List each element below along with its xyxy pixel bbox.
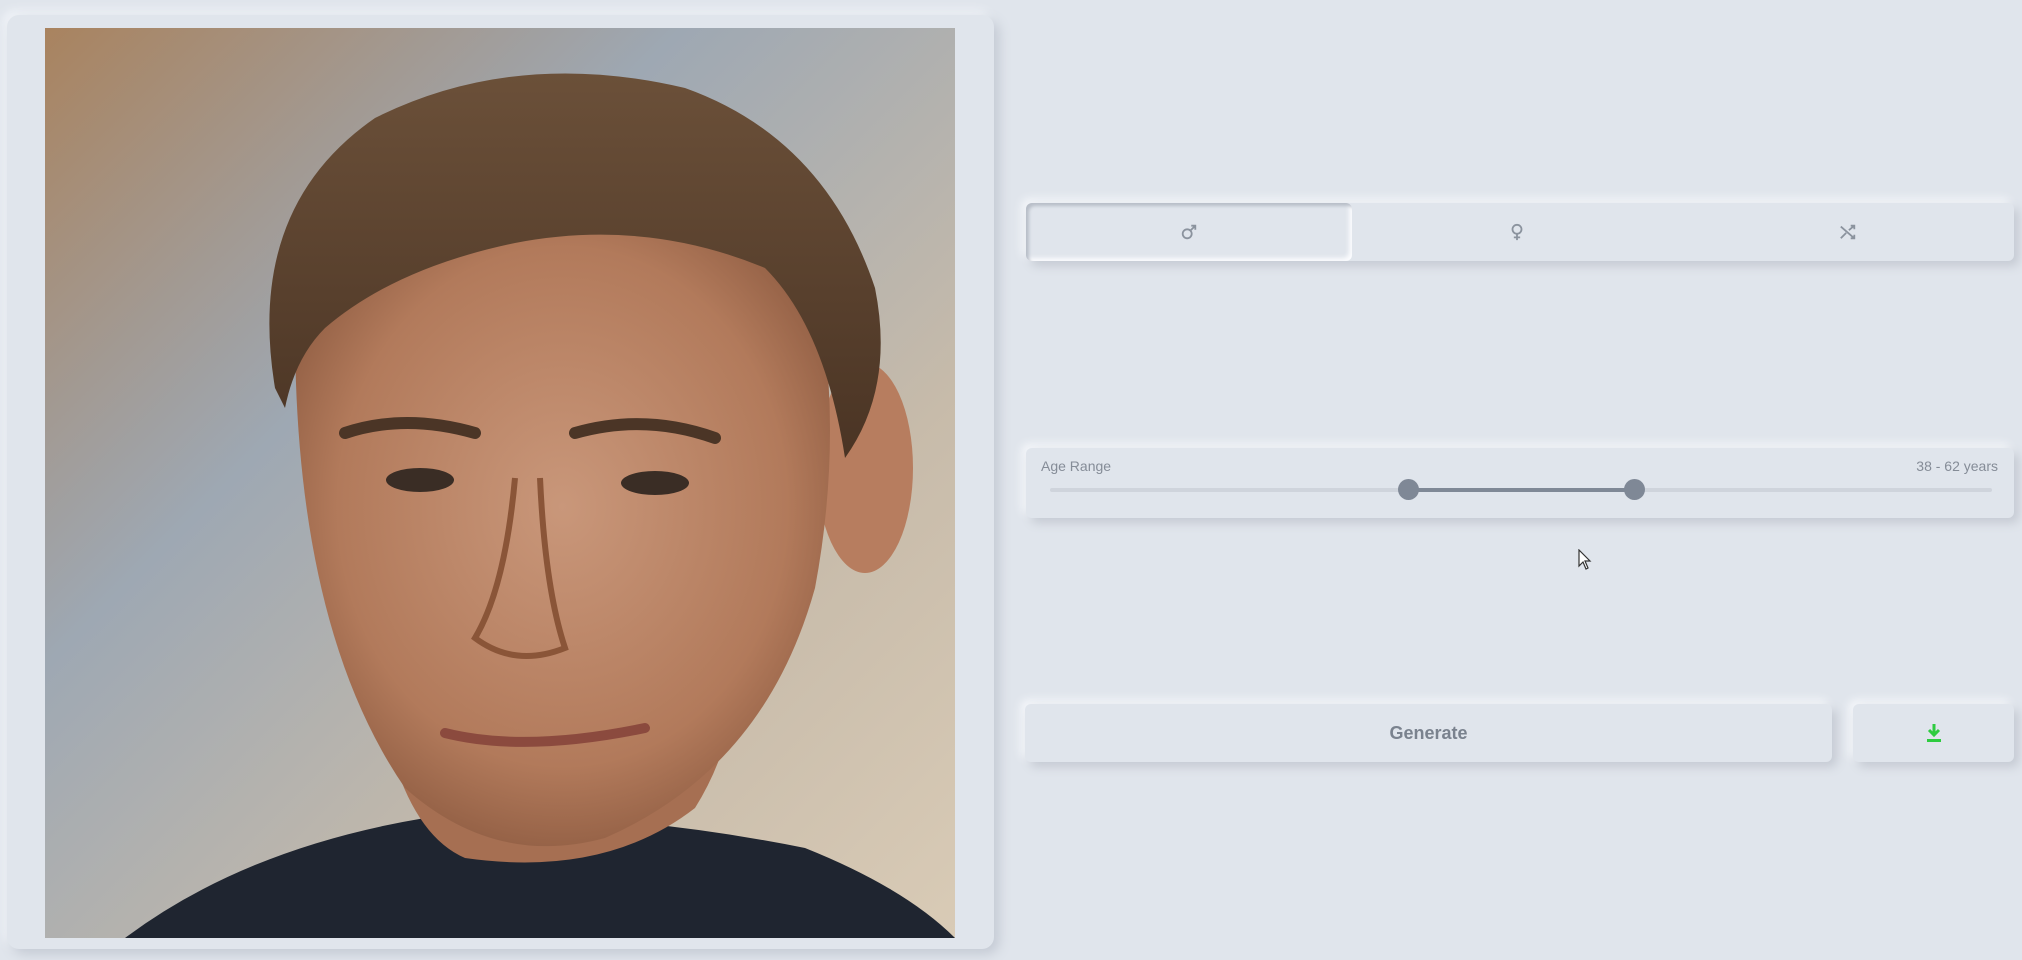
age-range-label: Age Range — [1041, 458, 1112, 474]
download-button[interactable] — [1853, 704, 2014, 762]
age-max-handle[interactable] — [1624, 479, 1646, 500]
age-range-fill — [1407, 488, 1635, 492]
mouse-cursor-icon — [1578, 549, 1592, 570]
gender-option-female[interactable] — [1352, 203, 1682, 261]
age-min-handle[interactable] — [1397, 479, 1419, 500]
face-image — [45, 28, 955, 938]
age-range-track[interactable] — [1050, 479, 1992, 500]
photo-card — [7, 15, 994, 949]
gender-selector — [1026, 203, 2014, 261]
shuffle-icon — [1840, 224, 1856, 240]
gender-option-random[interactable] — [1682, 203, 2014, 261]
generate-button[interactable]: Generate — [1025, 704, 1832, 762]
female-icon — [1511, 223, 1523, 241]
male-icon — [1181, 224, 1197, 240]
download-icon — [1926, 724, 1941, 742]
age-range-value: 38 - 62 years — [1916, 458, 1998, 474]
generated-face-photo — [45, 28, 955, 938]
gender-option-male[interactable] — [1026, 203, 1352, 261]
age-range-card: Age Range 38 - 62 years — [1026, 448, 2014, 518]
